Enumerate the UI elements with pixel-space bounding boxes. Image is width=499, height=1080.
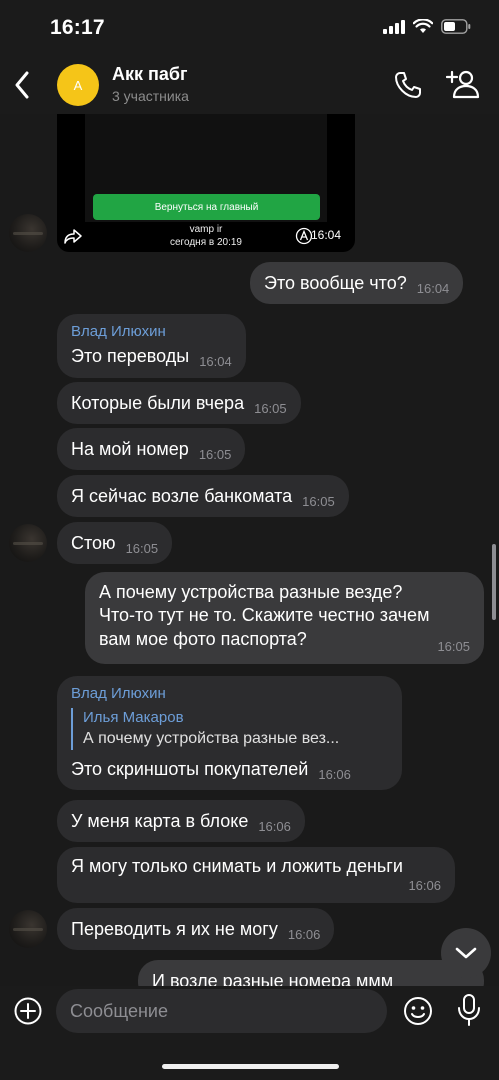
message-time: 16:05 bbox=[437, 639, 470, 655]
back-button[interactable] bbox=[8, 66, 36, 104]
sender-avatar[interactable] bbox=[9, 214, 47, 252]
chat-area[interactable]: Вернуться на главный vamp ir сегодня в 2… bbox=[0, 114, 499, 986]
message-time: 16:04 bbox=[199, 353, 232, 369]
scroll-to-bottom-button[interactable] bbox=[441, 928, 491, 978]
group-avatar[interactable]: A bbox=[57, 64, 99, 106]
phone-icon bbox=[395, 72, 421, 98]
emoji-icon bbox=[404, 997, 432, 1025]
status-time: 16:17 bbox=[50, 16, 105, 39]
message-bubble-incoming-reply[interactable]: Влад Илюхин Илья Макаров А почему устрой… bbox=[57, 676, 402, 790]
message-text: Это переводы bbox=[71, 345, 190, 366]
message-bubble-incoming[interactable]: Стою 16:05 bbox=[57, 522, 173, 564]
message-text: Я сейчас возле банкомата bbox=[71, 486, 293, 506]
message-time: 16:05 bbox=[198, 447, 232, 462]
message-time: 16:05 bbox=[254, 401, 287, 416]
status-bar: 16:17 bbox=[0, 0, 499, 56]
chevron-down-icon bbox=[455, 947, 477, 959]
quote-text: А почему устройства разные вез... bbox=[83, 730, 340, 747]
image-message[interactable]: Вернуться на главный vamp ir сегодня в 2… bbox=[57, 114, 355, 252]
attach-button[interactable] bbox=[13, 996, 43, 1026]
cellular-signal-icon bbox=[383, 19, 405, 34]
add-user-icon bbox=[445, 70, 480, 99]
message-text-line: А почему устройства разные везде? bbox=[99, 582, 403, 602]
message-bubble-incoming[interactable]: Влад Илюхин Это переводы 16:04 bbox=[57, 314, 246, 378]
microphone-icon bbox=[458, 994, 480, 1026]
message-text: Это вообще что? bbox=[264, 273, 407, 293]
message-bubble-incoming[interactable]: На мой номер 16:05 bbox=[57, 428, 246, 470]
chat-title[interactable]: Акк пабг bbox=[112, 64, 188, 85]
sender-avatar[interactable] bbox=[9, 524, 47, 562]
chat-header: A Акк пабг 3 участника bbox=[0, 56, 499, 114]
message-text-line: Что-то тут не то. Скажите честно зачем bbox=[99, 605, 430, 626]
call-button[interactable] bbox=[393, 70, 423, 100]
chat-subtitle: 3 участника bbox=[112, 88, 189, 104]
battery-icon bbox=[441, 19, 471, 34]
scrollbar[interactable] bbox=[492, 544, 496, 620]
message-time: 16:05 bbox=[125, 541, 159, 556]
message-text: Стою bbox=[71, 533, 116, 553]
message-time: 16:04 bbox=[416, 281, 450, 296]
message-text-line: вам мое фото паспорта? bbox=[99, 628, 307, 649]
message-bubble-incoming[interactable]: Переводить я их не могу 16:06 bbox=[57, 908, 335, 950]
image-time: 16:04 bbox=[311, 228, 342, 242]
message-time: 16:06 bbox=[408, 878, 441, 894]
message-bubble-incoming[interactable]: Я сейчас возле банкомата 16:05 bbox=[57, 475, 349, 517]
message-time: 16:05 bbox=[302, 494, 335, 509]
message-time: 16:06 bbox=[287, 927, 321, 942]
message-bubble-outgoing[interactable]: Это вообще что? 16:04 bbox=[250, 262, 464, 304]
message-composer bbox=[0, 986, 499, 1080]
emoji-button[interactable] bbox=[402, 995, 434, 1027]
sender-name: Влад Илюхин bbox=[71, 685, 166, 702]
message-time: 16:06 bbox=[318, 766, 351, 782]
message-bubble-outgoing-partial[interactable]: И возле разные номера ммм bbox=[138, 960, 484, 986]
status-icons bbox=[383, 19, 471, 34]
message-bubble-incoming[interactable]: Которые были вчера 16:05 bbox=[57, 382, 301, 424]
reply-quote[interactable]: Илья Макаров А почему устройства разные … bbox=[71, 707, 388, 750]
add-user-button[interactable] bbox=[445, 68, 482, 100]
sender-name: Влад Илюхин bbox=[71, 323, 166, 340]
message-text: У меня карта в блоке bbox=[71, 811, 249, 831]
message-text: Это скриншоты покупателей bbox=[71, 758, 309, 779]
microphone-button[interactable] bbox=[456, 993, 482, 1027]
message-bubble-incoming[interactable]: Я могу только снимать и ложить деньги 16… bbox=[57, 847, 455, 903]
home-indicator bbox=[162, 1064, 339, 1069]
wifi-icon bbox=[413, 19, 433, 33]
chevron-left-icon bbox=[15, 71, 29, 99]
image-green-button: Вернуться на главный bbox=[93, 194, 320, 220]
quote-author: Илья Макаров bbox=[83, 708, 184, 726]
message-bubble-outgoing[interactable]: А почему устройства разные везде? Что-то… bbox=[85, 572, 484, 664]
message-text: И возле разные номера ммм bbox=[152, 971, 394, 986]
message-text: На мой номер bbox=[71, 439, 189, 459]
message-input[interactable] bbox=[56, 989, 387, 1033]
avatar-letter: A bbox=[73, 77, 83, 93]
message-text: Переводить я их не могу bbox=[71, 919, 278, 939]
plus-circle-icon bbox=[14, 997, 42, 1025]
sender-avatar[interactable] bbox=[9, 910, 47, 948]
message-bubble-incoming[interactable]: У меня карта в блоке 16:06 bbox=[57, 800, 305, 842]
message-text: Я могу только снимать и ложить деньги bbox=[71, 856, 403, 876]
message-text: Которые были вчера bbox=[71, 393, 245, 413]
message-time: 16:06 bbox=[258, 819, 291, 834]
